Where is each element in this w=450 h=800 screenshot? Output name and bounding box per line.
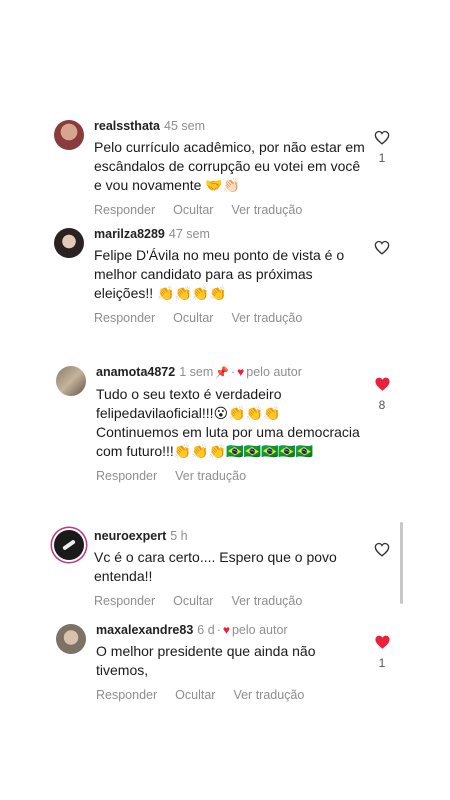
heart-filled-icon: [374, 377, 390, 391]
comment-actions: Responder Ocultar Ver tradução: [96, 688, 380, 702]
reply-button[interactable]: Responder: [94, 203, 155, 217]
comment-actions: Responder Ver tradução: [96, 469, 380, 483]
comment-body: anamota4872 1 sem 📌 · ♥ pelo autor Tudo o seu…: [96, 364, 380, 483]
comment-line: Felipe D'Ávila no meu ponto de vista é o: [94, 247, 345, 263]
heart-filled-icon: [374, 635, 390, 649]
timestamp: 45 sem: [164, 119, 206, 133]
translate-button[interactable]: Ver tradução: [231, 203, 302, 217]
comment-actions: Responder Ocultar Ver tradução: [94, 311, 380, 325]
timestamp: 6 d: [197, 623, 215, 637]
comment-actions: Responder Ocultar Ver tradução: [94, 594, 380, 608]
hide-button[interactable]: Ocultar: [175, 688, 215, 702]
comment-line: escândalos de corrupção eu votei em você: [94, 158, 361, 174]
comment-body: maxalexandre83 6 d · ♥ pelo autor O melhor p…: [96, 622, 380, 702]
timestamp: 5 h: [170, 529, 188, 543]
like-count: 1: [378, 656, 386, 670]
comment-line: Pelo currículo acadêmico, por não estar …: [94, 139, 365, 155]
scrollbar[interactable]: [400, 522, 403, 604]
comment-line: Tudo o seu texto é verdadeiro: [96, 386, 282, 402]
timestamp: 1 sem: [179, 365, 214, 379]
comment-text: Felipe D'Ávila no meu ponto de vista é o…: [94, 246, 380, 303]
reply-button[interactable]: Responder: [94, 311, 155, 325]
avatar-logo: [62, 539, 76, 551]
comment-line: O melhor presidente que ainda não: [96, 643, 316, 659]
comment-line: Continuemos em luta por uma democracia: [96, 424, 360, 440]
heart-outline-icon: [374, 240, 390, 255]
separator-dot: ·: [230, 365, 236, 379]
reply-button[interactable]: Responder: [94, 594, 155, 608]
heart-outline-icon: [374, 542, 390, 557]
avatar[interactable]: [56, 624, 86, 654]
author-liked-heart-icon: ♥: [237, 365, 245, 379]
hide-button[interactable]: Ocultar: [173, 311, 213, 325]
comment-body: marilza8289 47 sem Felipe D'Ávila no meu …: [94, 226, 380, 325]
like-count: 8: [378, 398, 386, 412]
hide-button[interactable]: Ocultar: [173, 594, 213, 608]
translate-button[interactable]: Ver tradução: [233, 688, 304, 702]
author-liked-heart-icon: ♥: [222, 623, 230, 637]
reply-button[interactable]: Responder: [96, 469, 157, 483]
comment-line: eleições!! 👏👏👏👏: [94, 285, 227, 301]
username[interactable]: realssthata: [94, 119, 160, 133]
pin-icon: 📌: [215, 367, 229, 379]
comment-line: entenda!!: [94, 568, 153, 584]
author-label: pelo autor: [246, 365, 302, 379]
avatar[interactable]: [54, 228, 84, 258]
reply-button[interactable]: Responder: [96, 688, 157, 702]
separator-dot: ·: [216, 623, 221, 637]
comment-meta: marilza8289 47 sem: [94, 226, 380, 242]
username[interactable]: maxalexandre83: [96, 623, 193, 637]
avatar[interactable]: [56, 366, 86, 396]
like-button[interactable]: 8: [370, 376, 394, 412]
username[interactable]: marilza8289: [94, 227, 165, 241]
comment-text: Pelo currículo acadêmico, por não estar …: [94, 138, 380, 195]
comment-actions: Responder Ocultar Ver tradução: [94, 203, 380, 217]
comment-text: O melhor presidente que ainda não tivemo…: [96, 642, 380, 680]
comment-body: realssthata 45 sem Pelo currículo acadêmi…: [94, 118, 380, 217]
comment-meta: maxalexandre83 6 d · ♥ pelo autor: [96, 622, 380, 638]
comment-meta: anamota4872 1 sem 📌 · ♥ pelo autor: [96, 364, 380, 381]
comment-line: com futuro!!!👏👏👏🇧🇷🇧🇷🇧🇷🇧🇷🇧🇷: [96, 443, 314, 459]
comment-line: tivemos,: [96, 662, 149, 678]
comment-meta: neuroexpert 5 h: [94, 528, 380, 544]
heart-outline-icon: [374, 130, 390, 145]
username[interactable]: anamota4872: [96, 365, 175, 379]
like-button[interactable]: 1: [370, 130, 394, 165]
comment-line: e vou novamente 🤝👏🏻: [94, 177, 241, 193]
comment-line: melhor candidato para as próximas: [94, 266, 313, 282]
comment-meta: realssthata 45 sem: [94, 118, 380, 134]
translate-button[interactable]: Ver tradução: [231, 311, 302, 325]
like-button[interactable]: 1: [370, 634, 394, 670]
comment-line: felipedavilaoficial!!!😮👏👏👏: [96, 405, 281, 421]
avatar[interactable]: [54, 120, 84, 150]
hide-button[interactable]: Ocultar: [173, 203, 213, 217]
translate-button[interactable]: Ver tradução: [175, 469, 246, 483]
translate-button[interactable]: Ver tradução: [231, 594, 302, 608]
avatar[interactable]: [54, 530, 84, 560]
like-count: 1: [378, 151, 386, 165]
comment-text: Vc é o cara certo.... Espero que o povo …: [94, 548, 380, 586]
timestamp: 47 sem: [168, 227, 210, 241]
like-button[interactable]: [370, 240, 394, 255]
comment-line: Vc é o cara certo.... Espero que o povo: [94, 549, 337, 565]
author-label: pelo autor: [231, 623, 288, 637]
comment-body: neuroexpert 5 h Vc é o cara certo.... Esp…: [94, 528, 380, 608]
username[interactable]: neuroexpert: [94, 529, 166, 543]
comment-text: Tudo o seu texto é verdadeiro felipedavi…: [96, 385, 380, 461]
like-button[interactable]: [370, 542, 394, 557]
